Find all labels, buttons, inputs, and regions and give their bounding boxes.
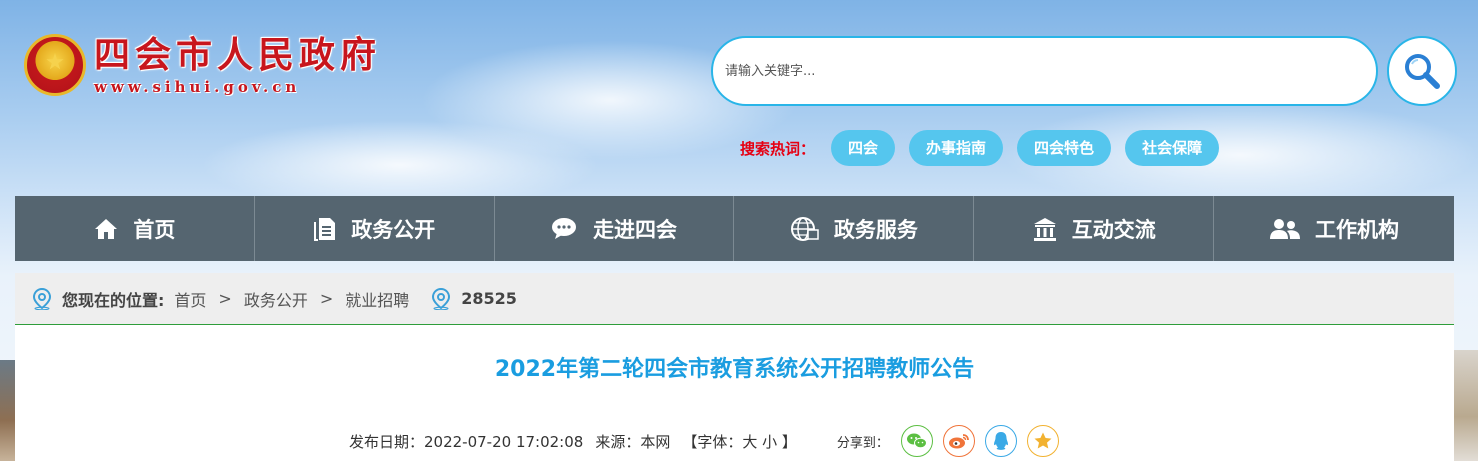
breadcrumb-link[interactable]: 首页 — [174, 287, 206, 311]
content-panel: 您现在的位置: 首页 > 政务公开 > 就业招聘 28525 2022年第二轮四… — [15, 273, 1454, 461]
chat-icon — [552, 217, 577, 239]
location-pin-icon — [32, 287, 52, 310]
building-icon — [1033, 217, 1056, 241]
hot-search-label: 搜索热词： — [740, 139, 816, 158]
site-header: 四会市人民政府 www.sihui.gov.cn 搜索热词： 四会 办事指南 四… — [0, 0, 1478, 196]
nav-item-label: 政务服务 — [833, 217, 918, 242]
visit-count: 28525 — [461, 289, 517, 308]
globe-icon — [790, 216, 819, 241]
nav-item-government-services[interactable]: 政务服务 — [734, 196, 975, 261]
home-icon — [95, 218, 118, 239]
national-emblem-icon — [24, 34, 86, 96]
search-icon — [1405, 54, 1440, 89]
document-icon — [314, 217, 336, 241]
article-meta: 发布日期：2022-07-20 17:02:08 来源：本网 【字体：大 小 】… — [349, 425, 1069, 457]
search-box — [711, 36, 1378, 106]
share-weibo-button[interactable] — [942, 425, 975, 457]
nav-item-about-sihui[interactable]: 走进四会 — [495, 196, 735, 261]
article-source: 来源：本网 — [595, 432, 671, 451]
nav-item-label: 互动交流 — [1071, 217, 1156, 242]
nav-item-label: 工作机构 — [1315, 217, 1400, 242]
nav-item-label: 政务公开 — [351, 217, 436, 242]
share-favorite-button[interactable] — [1026, 425, 1059, 457]
share-label: 分享到： — [836, 435, 889, 451]
breadcrumb: 您现在的位置: 首页 > 政务公开 > 就业招聘 28525 — [15, 273, 1454, 325]
building-decoration-left — [0, 360, 15, 461]
publish-date: 发布日期：2022-07-20 17:02:08 — [349, 432, 584, 451]
article-title: 2022年第二轮四会市教育系统公开招聘教师公告 — [494, 357, 975, 382]
breadcrumb-link[interactable]: 政务公开 — [244, 287, 308, 311]
font-size-control[interactable]: 【字体：大 小 】 — [682, 431, 797, 452]
star-icon — [1034, 432, 1052, 449]
site-domain: www.sihui.gov.cn — [94, 78, 301, 96]
users-icon — [1270, 218, 1301, 239]
nav-item-home[interactable]: 首页 — [15, 196, 255, 261]
breadcrumb-link[interactable]: 就业招聘 — [345, 287, 409, 311]
share-qq-button[interactable] — [984, 425, 1017, 457]
nav-item-government-affairs[interactable]: 政务公开 — [255, 196, 495, 261]
building-decoration-right — [1454, 350, 1478, 461]
hot-tag[interactable]: 四会 — [831, 130, 896, 166]
nav-item-label: 走进四会 — [593, 217, 678, 242]
hot-tag[interactable]: 四会特色 — [1017, 130, 1112, 166]
weibo-icon — [948, 434, 969, 449]
location-pin-icon — [432, 287, 451, 310]
breadcrumb-prefix: 您现在的位置: — [62, 290, 165, 310]
search-input[interactable] — [713, 38, 1376, 104]
nav-item-label: 首页 — [133, 217, 176, 242]
hot-search-terms: 搜索热词： 四会 办事指南 四会特色 社会保障 — [740, 130, 1233, 166]
nav-item-interaction[interactable]: 互动交流 — [974, 196, 1215, 261]
site-logo[interactable]: 四会市人民政府 www.sihui.gov.cn — [24, 34, 381, 96]
main-nav: 首页 政务公开 走进四会 政务服务 互动交流 工作机构 — [15, 196, 1454, 261]
wechat-icon — [906, 433, 927, 449]
search-button[interactable] — [1387, 36, 1457, 106]
breadcrumb-separator: > — [218, 289, 232, 308]
share-wechat-button[interactable] — [900, 425, 933, 457]
nav-item-departments[interactable]: 工作机构 — [1214, 196, 1454, 261]
qq-icon — [993, 432, 1008, 450]
breadcrumb-separator: > — [319, 289, 334, 308]
site-name: 四会市人民政府 — [94, 34, 382, 76]
hot-tag[interactable]: 办事指南 — [909, 130, 1004, 166]
hot-tag[interactable]: 社会保障 — [1125, 130, 1220, 166]
